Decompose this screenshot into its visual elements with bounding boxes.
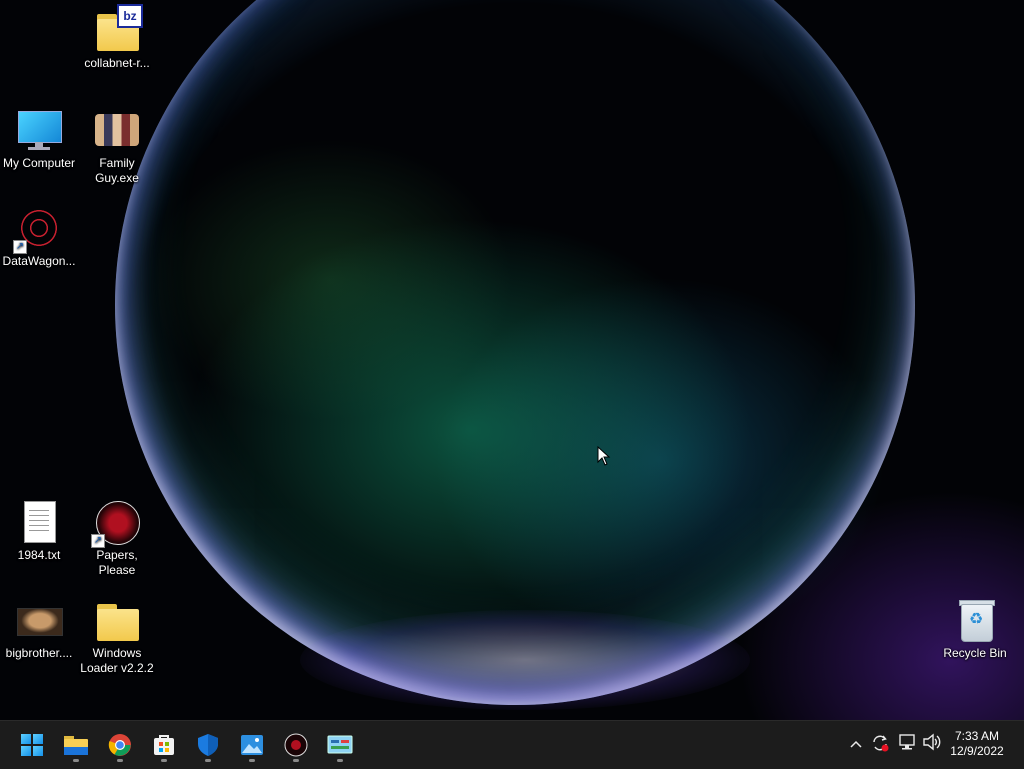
desktop-icon-datawagon[interactable]: ↗ DataWagon... [0,204,78,269]
clock-date: 12/9/2022 [950,744,1004,758]
recycle-bin-icon: ♻ [951,596,999,644]
text-file-icon [15,498,63,546]
folder-icon [64,736,88,755]
start-button[interactable] [14,727,50,763]
icon-label: bigbrother.... [5,646,73,660]
desktop-icon-1984-txt[interactable]: 1984.txt [0,498,78,563]
wallpaper-glow [300,610,750,710]
monitor-icon [15,106,63,154]
running-indicator [249,759,255,762]
icon-label: collabnet-r... [84,56,150,70]
image-file-icon [15,596,63,644]
desktop: bz collabnet-r... My Computer Family Guy… [0,0,1024,720]
shortcut-arrow-icon: ↗ [91,534,105,548]
running-indicator [205,759,211,762]
papers-please-icon [284,733,308,757]
volume-icon[interactable] [922,733,942,753]
mouse-cursor-icon [597,446,611,466]
taskbar: 7:33 AM 12/9/2022 [0,720,1024,769]
running-indicator [161,759,167,762]
desktop-icon-bigbrother[interactable]: bigbrother.... [0,596,78,661]
icon-label: Recycle Bin [943,646,1007,660]
system-clock[interactable]: 7:33 AM 12/9/2022 [942,729,1012,759]
desktop-icon-windows-loader[interactable]: Windows Loader v2.2.2 [78,596,156,676]
control-panel-icon [327,735,353,754]
chevron-up-icon[interactable] [846,733,866,753]
running-indicator [337,759,343,762]
taskbar-papers-please[interactable] [278,727,314,763]
desktop-icon-family-guy[interactable]: Family Guy.exe [78,106,156,186]
taskbar-file-explorer[interactable] [58,727,94,763]
desktop-icon-recycle-bin[interactable]: ♻ Recycle Bin [936,596,1014,661]
desktop-icon-collabnet[interactable]: bz collabnet-r... [78,4,156,71]
folder-icon [93,596,141,644]
folder-zip-icon: bz [93,4,143,54]
running-indicator [117,759,123,762]
icon-label: Family Guy.exe [95,156,139,185]
shortcut-arrow-icon: ↗ [13,240,27,254]
icon-label: 1984.txt [17,548,61,562]
taskbar-store[interactable] [146,727,182,763]
icon-label: DataWagon... [2,254,76,268]
datawagon-icon: ↗ [13,204,63,254]
photos-icon [241,735,263,755]
network-icon[interactable] [897,733,917,753]
icon-label: Papers, Please [96,548,138,577]
papers-please-icon: ↗ [91,498,141,548]
windows-logo-icon [21,734,43,756]
desktop-icon-my-computer[interactable]: My Computer [0,106,78,171]
taskbar-defender[interactable] [190,727,226,763]
shield-icon [198,734,218,756]
family-guy-icon [93,106,141,154]
wallpaper-orb [115,0,915,705]
taskbar-control-panel[interactable] [322,727,358,763]
sync-alert-icon[interactable] [870,733,890,753]
chrome-icon [108,734,131,756]
taskbar-chrome[interactable] [102,727,138,763]
taskbar-photos[interactable] [234,727,270,763]
icon-label: My Computer [2,156,76,170]
running-indicator [293,759,299,762]
running-indicator [73,759,79,762]
store-icon [154,735,174,755]
desktop-icon-papers-please[interactable]: ↗ Papers, Please [78,498,156,578]
icon-label: Windows Loader v2.2.2 [80,646,154,675]
clock-time: 7:33 AM [954,729,1000,743]
